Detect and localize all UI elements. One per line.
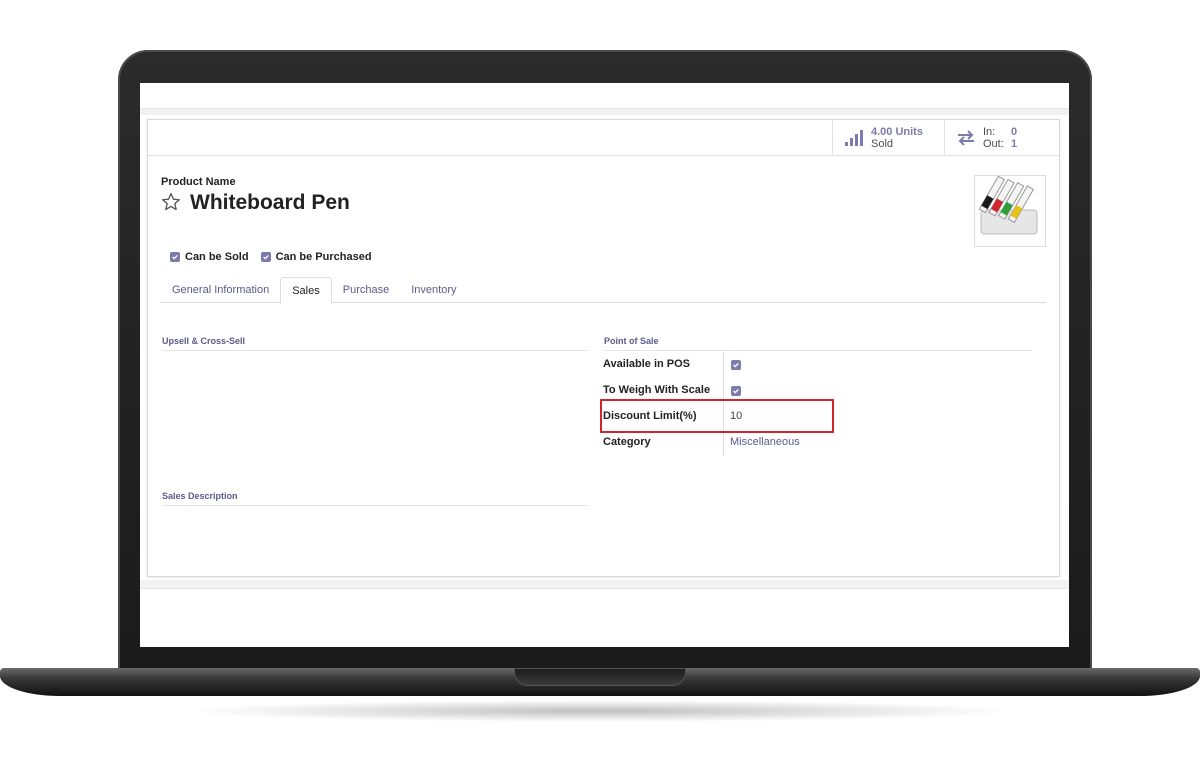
discount-limit-highlight-box bbox=[600, 399, 834, 433]
laptop-notch bbox=[514, 668, 686, 686]
product-form-sheet: 4.00 Units Sold In: 0 Out: 1 Product Nam… bbox=[147, 119, 1060, 577]
available-in-pos-label: Available in POS bbox=[603, 358, 691, 370]
tab-sales[interactable]: Sales bbox=[280, 277, 332, 304]
product-name-field[interactable]: Whiteboard Pen bbox=[190, 191, 350, 215]
out-label: Out: bbox=[983, 137, 1004, 150]
out-value: 1 bbox=[1011, 137, 1018, 150]
units-sold-label: Sold bbox=[871, 137, 894, 150]
exchange-arrows-icon bbox=[955, 129, 977, 147]
to-weigh-with-scale-checkbox[interactable] bbox=[731, 386, 741, 396]
checkmark-icon bbox=[170, 252, 180, 262]
laptop-shadow bbox=[180, 700, 1020, 722]
available-in-pos-row: Available in POS bbox=[603, 352, 843, 378]
can-be-sold-checkbox[interactable]: Can be Sold bbox=[170, 251, 249, 263]
tab-inventory[interactable]: Inventory bbox=[400, 277, 467, 302]
screen-bottom-bar bbox=[140, 580, 1069, 589]
favorite-star-icon[interactable] bbox=[161, 192, 181, 212]
can-be-purchased-label: Can be Purchased bbox=[275, 251, 372, 263]
field-separator bbox=[723, 430, 724, 456]
category-row: Category Miscellaneous bbox=[603, 430, 843, 456]
sales-description-section-title: Sales Description bbox=[162, 491, 588, 506]
screen-top-bar bbox=[140, 108, 1069, 115]
laptop-screen: 4.00 Units Sold In: 0 Out: 1 Product Nam… bbox=[140, 83, 1069, 647]
can-be-sold-label: Can be Sold bbox=[185, 251, 249, 263]
in-label: In: bbox=[983, 125, 996, 138]
button-box: 4.00 Units Sold In: 0 Out: 1 bbox=[148, 120, 1059, 156]
field-separator bbox=[723, 352, 724, 378]
signal-bars-icon bbox=[843, 129, 865, 147]
category-link[interactable]: Miscellaneous bbox=[730, 436, 800, 448]
point-of-sale-section-title: Point of Sale bbox=[604, 336, 1032, 351]
upsell-section-title: Upsell & Cross-Sell bbox=[162, 336, 588, 351]
units-sold-button[interactable]: 4.00 Units Sold bbox=[832, 120, 945, 155]
notebook-tabs: General Information Sales Purchase Inven… bbox=[161, 277, 1046, 304]
checkmark-icon bbox=[260, 252, 271, 262]
tab-purchase[interactable]: Purchase bbox=[332, 277, 400, 302]
product-name-label: Product Name bbox=[161, 176, 236, 188]
to-weigh-with-scale-label: To Weigh With Scale bbox=[603, 384, 711, 396]
can-be-purchased-checkbox[interactable]: Can be Purchased bbox=[260, 251, 372, 263]
category-label: Category bbox=[603, 436, 651, 448]
in-value: 0 bbox=[1011, 125, 1018, 138]
in-out-button[interactable]: In: 0 Out: 1 bbox=[944, 120, 1060, 155]
product-type-checkboxes: Can be Sold Can be Purchased bbox=[170, 251, 372, 263]
product-image[interactable] bbox=[974, 175, 1046, 247]
units-sold-value: 4.00 Units bbox=[871, 125, 923, 138]
available-in-pos-checkbox[interactable] bbox=[731, 360, 741, 370]
tab-general-information[interactable]: General Information bbox=[161, 277, 280, 302]
